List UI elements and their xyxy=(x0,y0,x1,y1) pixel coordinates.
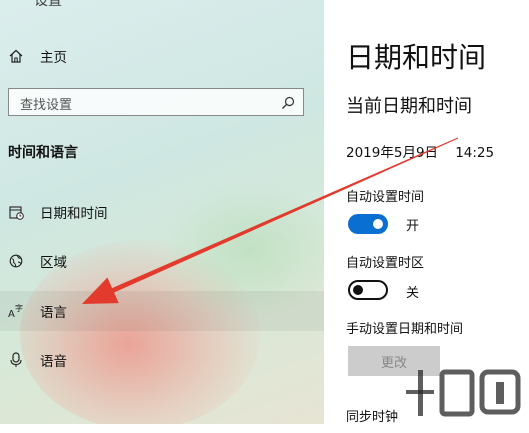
arrow-shape xyxy=(82,137,459,304)
watermark-logo xyxy=(402,360,526,424)
